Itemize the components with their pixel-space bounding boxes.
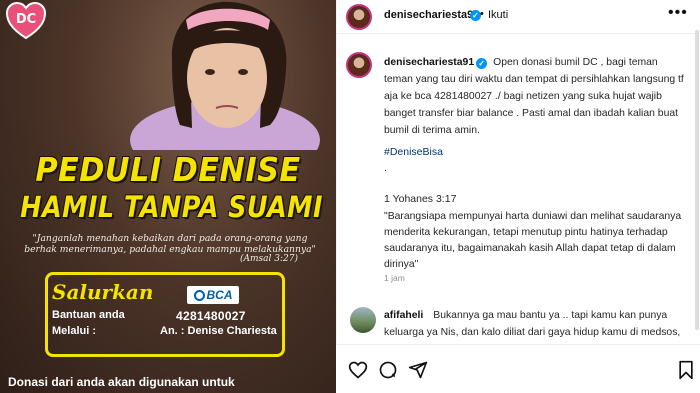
caption-verified-icon: ✓ <box>476 58 488 69</box>
follow-button[interactable]: Ikuti <box>488 9 508 21</box>
author-avatar[interactable] <box>346 4 372 30</box>
verse-text: "Barangsiapa mempunyai harta duniawi dan… <box>384 211 682 270</box>
comment-item: afifaheli Bukannya ga mau bantu ya .. tap… <box>384 307 686 343</box>
heart-icon[interactable] <box>348 360 368 380</box>
bca-logo: BCA <box>187 286 239 304</box>
quote-source: (Amsal 3:27) <box>240 254 298 264</box>
dc-logo-text: DC <box>16 12 36 27</box>
scrollbar[interactable] <box>695 30 699 330</box>
comment-username[interactable]: afifaheli <box>384 310 423 321</box>
post-title-line-2: HAMIL TANPA SUAMI <box>20 190 323 224</box>
header-separator: • <box>480 8 484 20</box>
quote-text: "Janganlah menahan kebaikan dari pada or… <box>24 233 316 255</box>
caption-text: denisechariesta91 ✓ Open donasi bumil DC ,… <box>384 54 686 139</box>
verse-reference: 1 Yohanes 3:17 <box>384 193 457 205</box>
salurkan-heading: Salurkan <box>52 280 154 304</box>
post-image[interactable]: DC PEDULI DENISE HAMIL TANPA SUAMI "Jang… <box>0 0 336 393</box>
more-options-icon[interactable]: ••• <box>668 4 688 22</box>
share-icon[interactable] <box>408 360 428 380</box>
bca-mark-icon <box>193 289 205 301</box>
melalui-label: Melalui : <box>52 325 97 337</box>
caption-dot: . <box>384 162 387 174</box>
caption-username[interactable]: denisechariesta91 <box>384 57 474 68</box>
comment-body: Bukannya ga mau bantu ya .. tapi kamu ka… <box>384 310 681 338</box>
dc-logo: DC <box>6 2 46 40</box>
account-name: An. : Denise Chariesta <box>160 325 277 337</box>
bantuan-label: Bantuan anda <box>52 309 125 321</box>
account-number: 4281480027 <box>176 309 246 323</box>
commenter-avatar[interactable] <box>350 307 376 333</box>
post-time[interactable]: 1 jam <box>384 273 405 283</box>
bookmark-icon[interactable] <box>676 360 696 380</box>
donation-footer-text: Donasi dari anda akan digunakan untuk <box>8 375 235 389</box>
caption-body: Open donasi bumil DC , bagi teman teman … <box>384 57 684 136</box>
hashtag-link[interactable]: #DeniseBisa <box>384 146 443 158</box>
post-title-line-1: PEDULI DENISE <box>35 150 301 189</box>
caption-author-avatar[interactable] <box>346 52 372 78</box>
bca-logo-text: BCA <box>206 288 233 302</box>
comment-icon[interactable] <box>378 360 398 380</box>
header-username[interactable]: denisechariesta91 <box>384 9 479 21</box>
woman-photo <box>130 1 320 150</box>
